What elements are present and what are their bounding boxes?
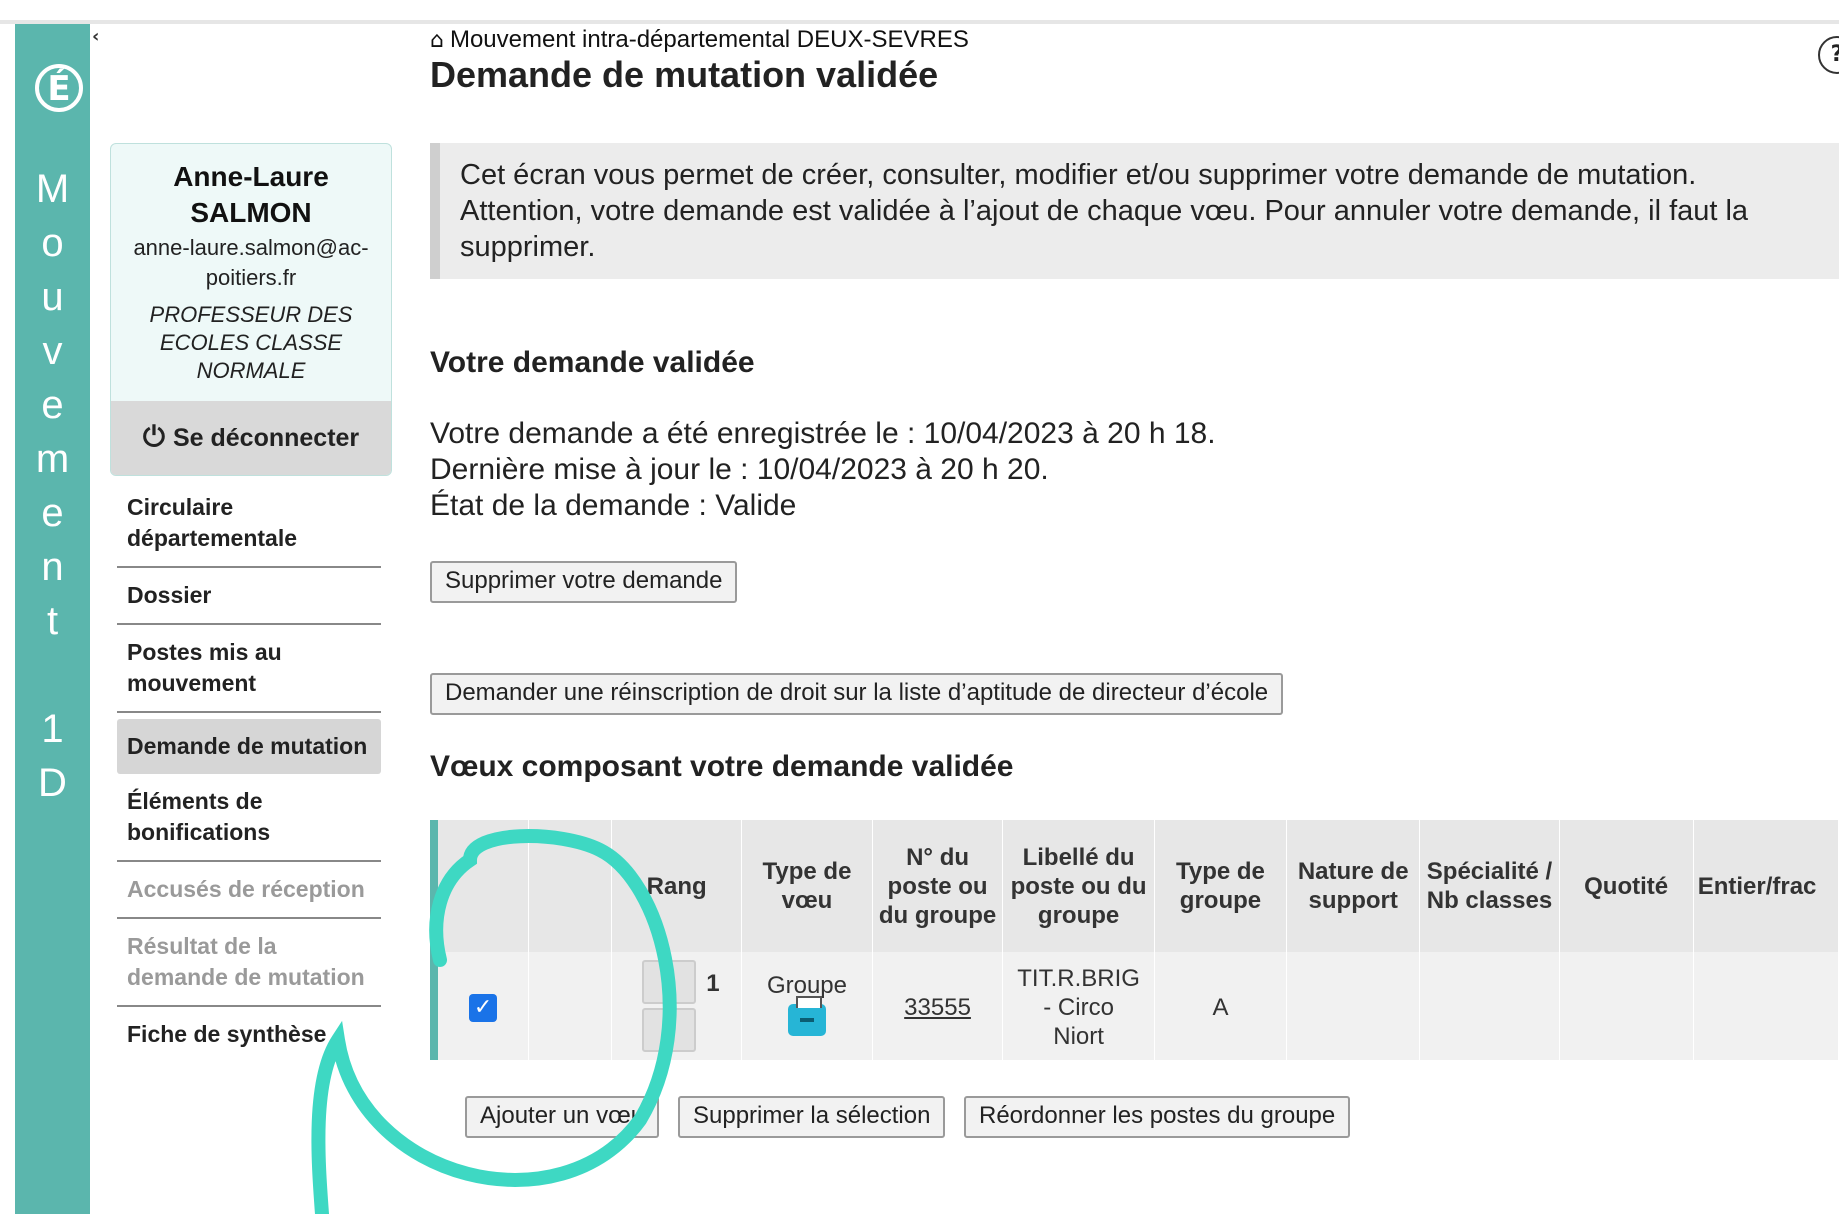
col-header-type-groupe[interactable]: Type de groupe [1154, 820, 1287, 952]
brand-letter: u [41, 275, 64, 319]
move-down-icon[interactable]: ▼ [642, 1008, 697, 1052]
wish-number-cell: 33555 [872, 952, 1004, 1060]
col-header-specialite[interactable]: Spécialité / Nb classes [1419, 820, 1560, 952]
updated-date: Dernière mise à jour le : 10/04/2023 à 2… [430, 453, 1049, 486]
home-icon[interactable]: ⌂ [430, 28, 444, 53]
col-header-numero[interactable]: N° du poste ou du groupe [872, 820, 1004, 952]
info-box: Cet écran vous permet de créer, consulte… [430, 143, 1839, 279]
info-line1: Cet écran vous permet de créer, consulte… [460, 159, 1697, 191]
menu-item-resultat: Résultat de la demande de mutation [117, 919, 381, 1007]
brand-letter: o [41, 221, 64, 265]
brand-letter: t [46, 599, 59, 643]
wish-support [1286, 952, 1421, 1060]
menu-item-dossier[interactable]: Dossier [117, 568, 381, 625]
menu-item-bonifications[interactable]: Éléments de bonifications [117, 774, 381, 862]
brand-letter: e [41, 491, 64, 535]
user-card: Anne-Laure SALMON anne-laure.salmon@ac- … [110, 143, 392, 476]
wishes-heading: Vœux composant votre demande validée [430, 750, 1014, 783]
row-blank-cell [528, 952, 613, 1060]
brand-letter: D [38, 761, 67, 805]
education-logo-icon: É [35, 64, 83, 112]
breadcrumb: ⌂ Mouvement intra-départemental DEUX-SEVR… [430, 26, 969, 54]
col-header-select [438, 820, 530, 952]
side-menu: Circulaire départementale Dossier Postes… [117, 480, 381, 1062]
user-role-line2: ECOLES CLASSE [159, 330, 343, 355]
user-role: PROFESSEUR DES ECOLES CLASSE NORMALE [111, 301, 391, 385]
col-header-libelle[interactable]: Libellé du poste ou du groupe [1002, 820, 1155, 952]
col-header-type-voeu[interactable]: Type de vœu [741, 820, 873, 952]
logout-label: Se déconnecter [172, 424, 360, 452]
col-header-nature[interactable]: Nature de support [1286, 820, 1421, 952]
rank-cell: ▲ ▼ 1 [611, 952, 743, 1060]
breadcrumb-text[interactable]: Mouvement intra-départemental DEUX-SEVRE… [450, 26, 969, 53]
wish-entier [1693, 952, 1839, 1060]
table-header-row: Rang Type de vœu N° du poste ou du group… [438, 820, 1839, 952]
validated-heading: Votre demande validée [430, 346, 755, 379]
brand-sidebar: É Mouvement1D [15, 24, 90, 1214]
info-line2: Attention, votre demande est validée à l… [460, 195, 1749, 227]
user-first-name: Anne-Laure [173, 161, 329, 192]
user-last-name: SALMON [190, 197, 312, 228]
brand-letter: n [41, 545, 64, 589]
brand-letter: v [42, 329, 63, 373]
brand-letter [15, 648, 90, 702]
rank-value: 1 [706, 970, 720, 997]
print-icon[interactable] [787, 996, 826, 1036]
help-icon[interactable]: ? [1818, 36, 1839, 74]
menu-item-postes[interactable]: Postes mis au mouvement [117, 625, 381, 713]
user-email-line2: poitiers.fr [205, 265, 297, 290]
power-icon: ⏻ [142, 420, 165, 453]
user-email-line1: anne-laure.salmon@ac- [133, 235, 369, 260]
col-header-quotite[interactable]: Quotité [1559, 820, 1694, 952]
top-divider [0, 20, 1839, 24]
row-select-cell: ✓ [438, 952, 530, 1060]
wish-label: TIT.R.BRIG - Circo Niort [1002, 952, 1155, 1060]
table-row: ✓ ▲ ▼ 1 Groupe 33555 TIT.R.BRIG - Circo … [438, 952, 1839, 1060]
wish-group-type: A [1154, 952, 1287, 1060]
menu-item-circulaire[interactable]: Circulaire départementale [117, 480, 381, 568]
move-up-icon[interactable]: ▲ [642, 960, 697, 1004]
col-header-entier[interactable]: Entier/frac [1693, 820, 1839, 952]
brand-vertical-text: Mouvement1D [15, 162, 90, 810]
wish-quotite [1559, 952, 1694, 1060]
menu-item-fiche-synthese[interactable]: Fiche de synthèse [117, 1007, 381, 1062]
registered-date: Votre demande a été enregistrée le : 10/… [430, 417, 1216, 450]
delete-request-button[interactable]: Supprimer votre demande [430, 561, 738, 603]
reorder-group-button[interactable]: Réordonner les postes du groupe [964, 1096, 1351, 1138]
user-role-line1: PROFESSEUR DES [149, 302, 353, 327]
request-status: Votre demande a été enregistrée le : 10/… [430, 416, 1216, 524]
request-state: État de la demande : Valide [430, 489, 797, 522]
user-role-line3: NORMALE [196, 358, 306, 383]
wish-specialite [1419, 952, 1560, 1060]
menu-item-demande-mutation[interactable]: Demande de mutation [117, 719, 381, 774]
brand-letter: e [41, 383, 64, 427]
wish-type-cell: Groupe [741, 952, 873, 1060]
col-header-rang[interactable]: Rang [611, 820, 743, 952]
wish-number-link[interactable]: 33555 [904, 994, 971, 1021]
brand-letter: M [35, 167, 70, 211]
brand-letter: m [35, 437, 70, 481]
page-title: Demande de mutation validée [430, 54, 939, 95]
col-header-blank [528, 820, 613, 952]
row-checkbox[interactable]: ✓ [469, 994, 498, 1022]
user-email: anne-laure.salmon@ac- poitiers.fr [111, 233, 391, 293]
logout-button[interactable]: ⏻ Se déconnecter [111, 401, 391, 475]
menu-item-accuses: Accusés de réception [117, 862, 381, 919]
delete-selection-button[interactable]: Supprimer la sélection [678, 1096, 946, 1138]
collapse-sidebar-icon[interactable]: ‹ [92, 26, 99, 47]
reinscription-button[interactable]: Demander une réinscription de droit sur … [430, 673, 1284, 715]
add-wish-button[interactable]: Ajouter un vœu [465, 1096, 660, 1138]
info-line3: supprimer. [460, 231, 596, 263]
user-name: Anne-Laure SALMON [111, 159, 391, 231]
wishes-table: Rang Type de vœu N° du poste ou du group… [430, 820, 1839, 1060]
brand-letter: 1 [41, 707, 64, 751]
